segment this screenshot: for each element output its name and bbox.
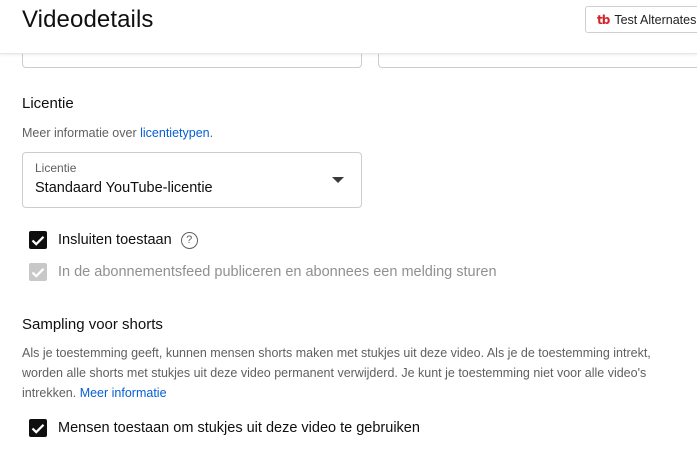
embed-checkbox[interactable] — [29, 231, 47, 249]
license-info-prefix: Meer informatie over — [22, 126, 141, 140]
embed-label: Insluiten toestaan — [58, 232, 172, 248]
sampling-description: Als je toestemming geeft, kunnen mensen … — [22, 343, 687, 403]
allow-sampling-label: Mensen toestaan om stukjes uit deze vide… — [58, 420, 420, 436]
help-icon[interactable]: ? — [180, 231, 198, 249]
subscription-feed-option: In de abonnementsfeed publiceren en abon… — [29, 263, 497, 281]
tubebuddy-logo-icon: tb — [597, 12, 610, 27]
more-info-link[interactable]: Meer informatie — [80, 386, 167, 400]
page-title: Videodetails — [22, 6, 154, 33]
license-info-suffix: . — [209, 126, 214, 140]
license-info-text: Meer informatie over licentietypen. — [22, 126, 213, 140]
license-select-label: Licentie — [35, 161, 77, 175]
page-header: Videodetails tb Test Alternates — [0, 0, 697, 54]
subscription-feed-label: In de abonnementsfeed publiceren en abon… — [58, 264, 497, 280]
license-types-link[interactable]: licentietypen — [140, 126, 210, 140]
allow-sampling-option: Mensen toestaan om stukjes uit deze vide… — [29, 419, 420, 437]
allow-sampling-checkbox[interactable] — [29, 419, 47, 437]
test-alternates-button[interactable]: tb Test Alternates — [585, 6, 697, 33]
sampling-section-title: Sampling voor shorts — [22, 316, 163, 333]
license-select-value: Standaard YouTube-licentie — [35, 180, 213, 196]
license-section-title: Licentie — [22, 95, 74, 112]
subscription-feed-checkbox — [29, 263, 47, 281]
license-select[interactable]: Licentie Standaard YouTube-licentie — [22, 152, 362, 208]
embed-option: Insluiten toestaan ? — [29, 231, 198, 249]
test-alternates-label: Test Alternates — [614, 12, 697, 27]
dropdown-arrow-icon — [332, 177, 344, 183]
